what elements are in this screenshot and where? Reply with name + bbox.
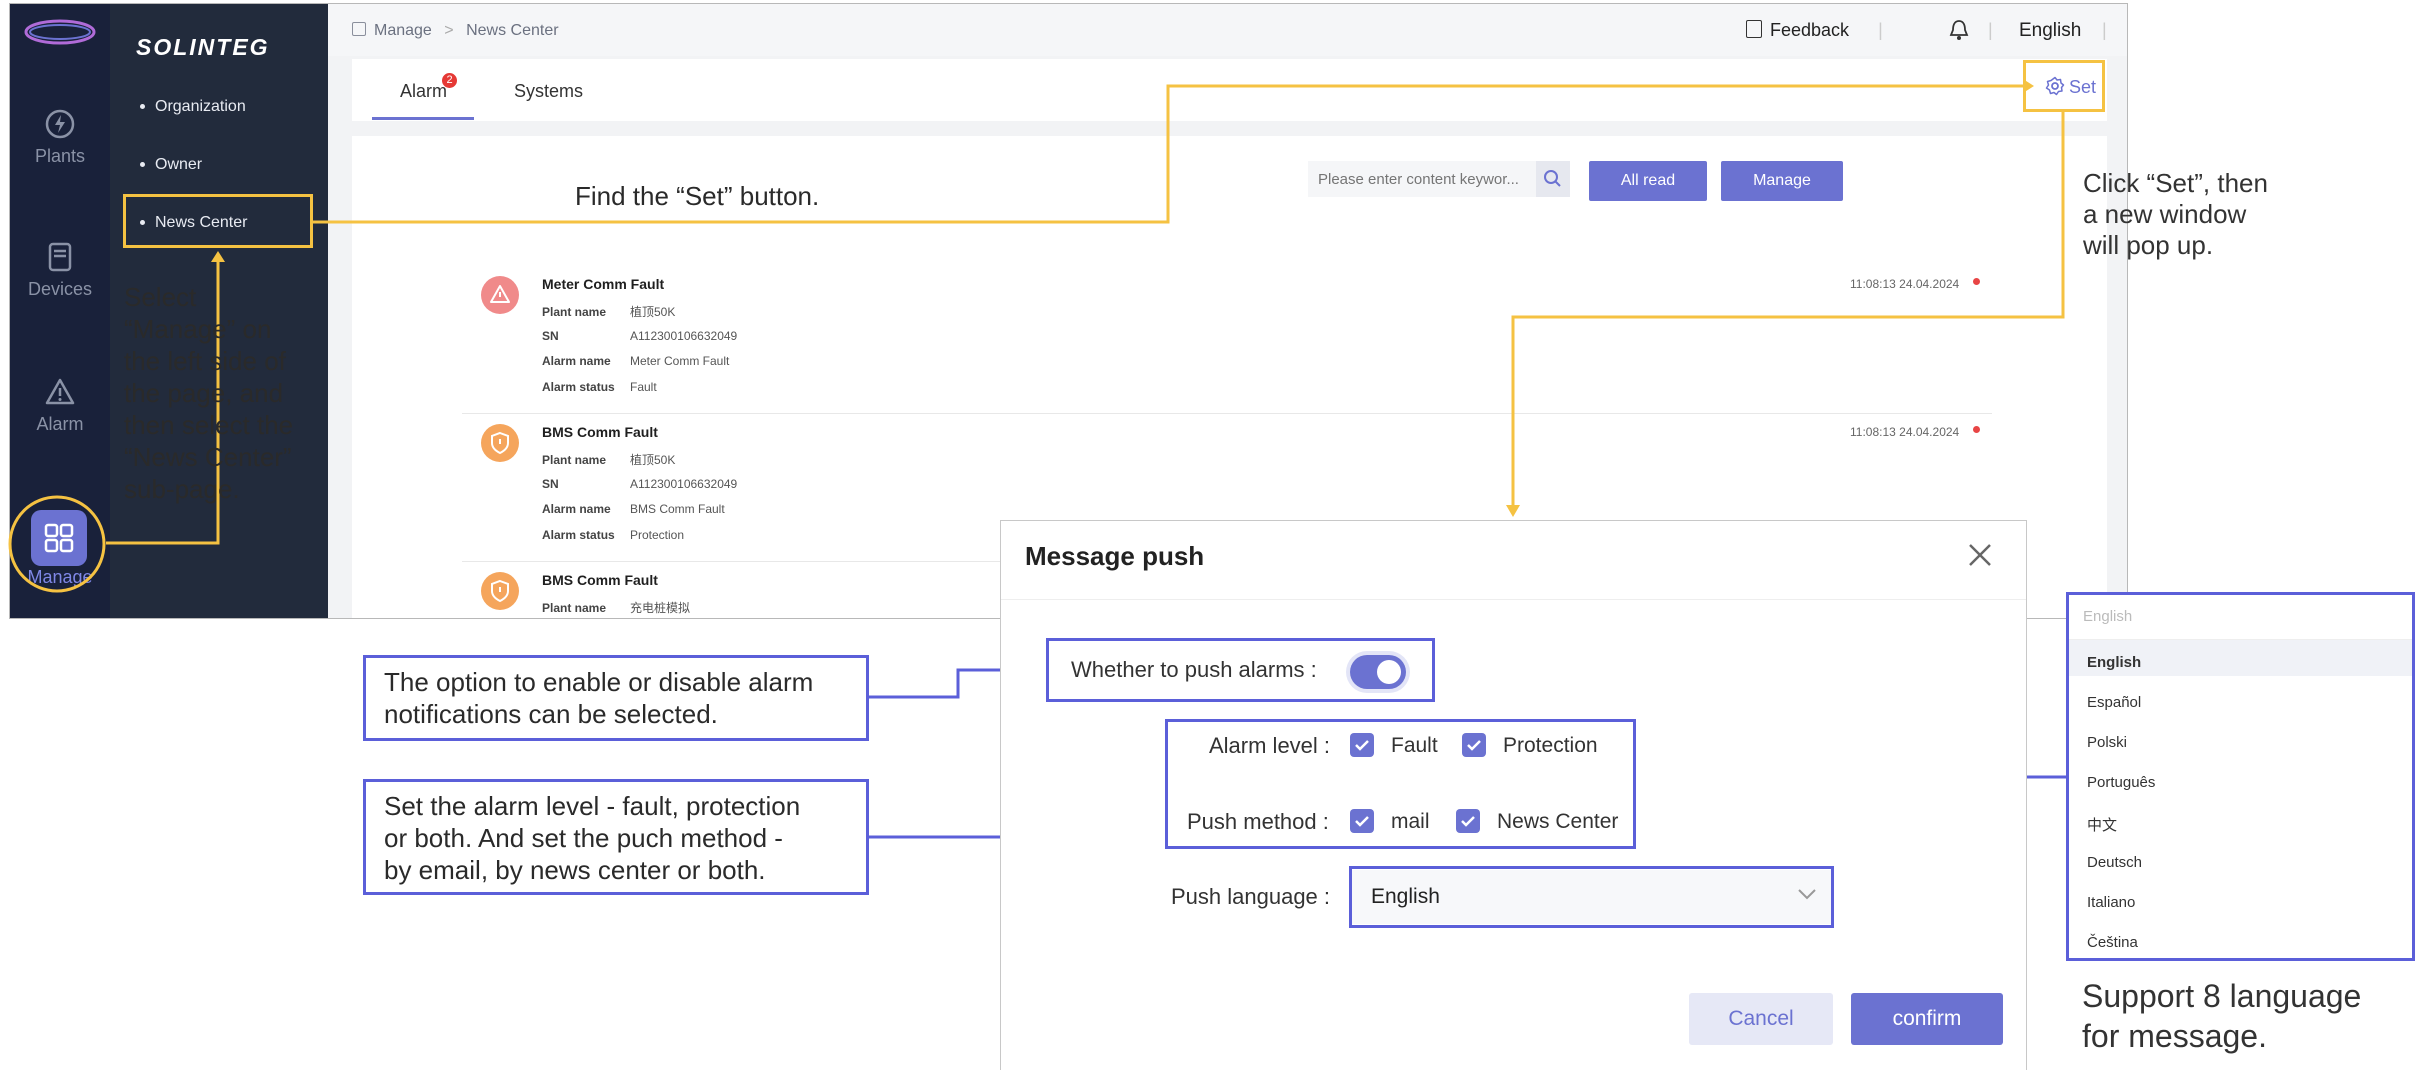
cancel-button[interactable]: Cancel xyxy=(1689,993,1833,1045)
news-center-highlight xyxy=(123,194,313,248)
push-language-highlight xyxy=(1349,866,1834,928)
select-manage-note: Select “Manage” on the left side of the … xyxy=(124,282,294,504)
find-set-note: Find the “Set” button. xyxy=(575,181,820,211)
alarm-level-note: Set the alarm level - fault, protection … xyxy=(363,779,869,895)
language-dropdown-panel: English English Español Polski Português… xyxy=(2066,592,2415,961)
click-set-note: Click “Set”, then a new window will pop … xyxy=(2083,168,2268,260)
language-option[interactable]: Deutsch xyxy=(2087,854,2142,871)
push-alarms-highlight xyxy=(1046,638,1435,702)
set-button-highlight xyxy=(2023,60,2105,112)
language-option[interactable]: Italiano xyxy=(2087,894,2135,911)
close-icon[interactable] xyxy=(1966,541,1994,574)
enable-alarm-note: The option to enable or disable alarm no… xyxy=(363,655,869,741)
dialog-title: Message push xyxy=(1025,541,1205,571)
confirm-button[interactable]: confirm xyxy=(1851,993,2003,1045)
language-option[interactable]: Español xyxy=(2087,694,2141,711)
dialog-header-divider xyxy=(1001,599,2026,600)
support-language-note: Support 8 language for message. xyxy=(2082,978,2362,1054)
language-option[interactable]: Português xyxy=(2087,774,2155,791)
language-option[interactable]: English xyxy=(2087,654,2141,671)
language-option[interactable]: 中文 xyxy=(2087,814,2117,835)
language-placeholder: English xyxy=(2083,608,2133,625)
push-language-label: Push language : xyxy=(1171,884,1331,909)
level-method-highlight xyxy=(1165,719,1636,849)
language-search-input[interactable]: English xyxy=(2069,595,2412,639)
language-option[interactable]: Polski xyxy=(2087,734,2127,751)
language-option[interactable]: Čeština xyxy=(2087,934,2138,951)
